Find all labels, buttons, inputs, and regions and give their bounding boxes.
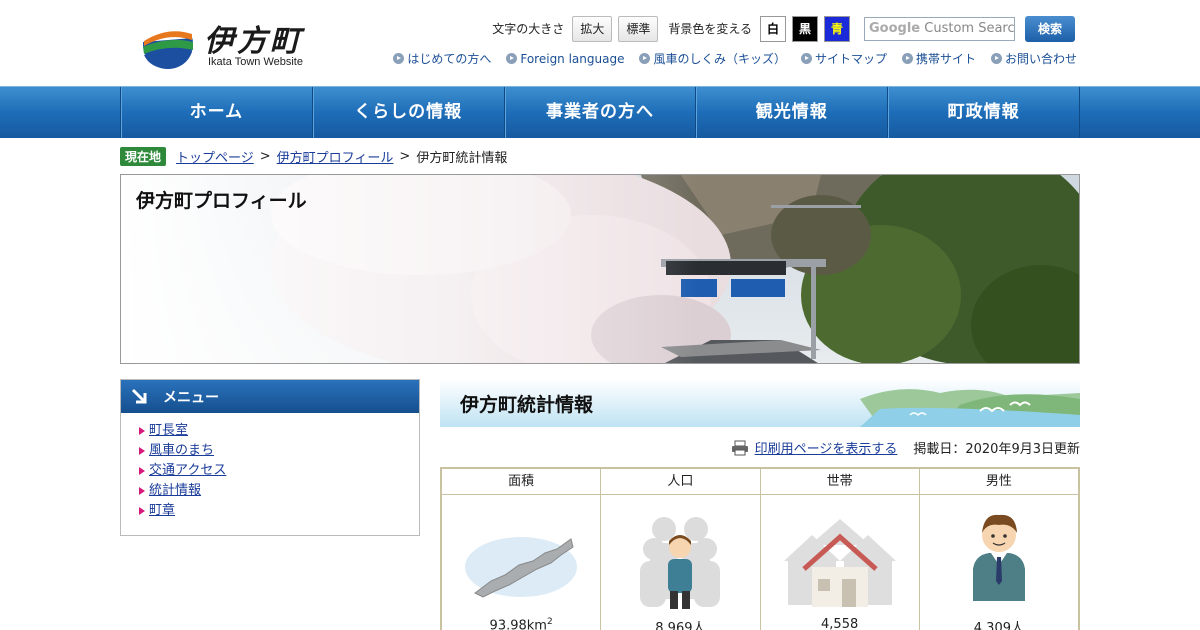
stat-value: 4,558 [821,617,859,630]
global-nav: ホーム くらしの情報 事業者の方へ 観光情報 町政情報 [0,86,1200,138]
arrow-bullet-icon [901,53,913,64]
link-label: お問い合わせ [1004,52,1077,66]
side-menu-list: 町長室 風車のまち 交通アクセス 統計情報 町章 [121,413,419,521]
breadcrumb-top[interactable]: トップページ [176,147,254,166]
stat-header: 男性 [919,469,1078,495]
breadcrumb: 現在地 トップページ > 伊方町プロフィール > 伊方町統計情報 [120,147,507,166]
side-menu-item: 交通アクセス [139,461,419,481]
print-row: 印刷用ページを表示する 掲載日：2020年9月3日更新 [731,438,1080,457]
stat-households: 世帯 4,558 [760,469,920,630]
breadcrumb-separator: > [259,149,271,164]
page-title-banner: 伊方町統計情報 [440,379,1080,427]
side-menu-item: 町章 [139,501,419,521]
link-first-visit[interactable]: はじめての方へ [393,50,491,67]
arrow-bullet-icon [990,53,1002,64]
utility-links: はじめての方へ Foreign language 風車のしくみ（キッズ） サイト… [393,50,1077,67]
hero-banner: 伊方町プロフィール [120,174,1080,364]
side-menu-item: 統計情報 [139,481,419,501]
page-title: 伊方町統計情報 [460,394,594,416]
accessibility-tools: 文字の大きさ 拡大 標準 背景色を変える 白 黒 青 Google Custom… [492,15,1075,42]
arrow-bullet-icon [800,53,812,64]
link-windmill-kids[interactable]: 風車のしくみ（キッズ） [639,50,786,67]
nav-tourism[interactable]: 観光情報 [696,87,889,138]
text-standard-button[interactable]: 標準 [618,15,659,42]
side-menu-item: 町長室 [139,421,419,441]
side-link-windmill[interactable]: 風車のまち [149,441,214,461]
link-contact[interactable]: お問い合わせ [990,50,1077,67]
google-brand: Google [869,20,921,36]
bg-black-button[interactable]: 黒 [792,15,818,42]
side-menu-item: 風車のまち [139,441,419,461]
stat-header: 面積 [442,469,601,495]
site-logo[interactable]: 伊方町 Ikata Town Website [140,16,320,72]
stat-header: 人口 [601,469,760,495]
updated-date: 掲載日：2020年9月3日更新 [913,442,1080,457]
stat-area: 面積 93.98km2 [442,469,602,630]
breadcrumb-profile[interactable]: 伊方町プロフィール [277,147,394,166]
breadcrumb-current: 伊方町統計情報 [416,151,508,166]
link-label: Foreign language [520,51,625,66]
nav-living[interactable]: くらしの情報 [313,87,505,138]
town-emblem-icon [142,18,193,69]
stat-unit-sup: 2 [546,617,553,627]
hero-title: 伊方町プロフィール [136,190,307,212]
side-link-mayor[interactable]: 町長室 [149,421,188,441]
link-label: 風車のしくみ（キッズ） [653,52,786,66]
stat-value: 8,969人 [655,621,706,630]
link-mobile-site[interactable]: 携帯サイト [901,50,976,67]
stat-value: 4,309人 [973,621,1024,630]
stat-value: 93.98km2 [442,617,600,630]
nav-government[interactable]: 町政情報 [888,87,1080,138]
nav-business[interactable]: 事業者の方へ [505,87,697,138]
link-foreign-language[interactable]: Foreign language [506,50,624,67]
nav-home[interactable]: ホーム [121,87,313,138]
site-header: 伊方町 Ikata Town Website 文字の大きさ 拡大 標準 背景色を… [0,0,1200,86]
bg-color-label: 背景色を変える [668,22,752,36]
arrow-down-right-icon [131,388,147,403]
side-link-access[interactable]: 交通アクセス [149,461,226,481]
peninsula-map-icon [465,537,578,598]
link-label: サイトマップ [814,52,887,66]
arrow-bullet-icon [506,53,518,64]
stat-value-text: 93.98km [489,618,547,630]
side-menu-header: メニュー [121,380,419,413]
arrow-bullet-icon [639,53,651,64]
side-menu-title: メニュー [163,389,219,406]
house-icon [783,519,896,607]
statistics-table: 面積 93.98km2 人口 8,969人 世帯 4,558 男性 4,309人 [440,467,1080,630]
search-input[interactable]: Google Custom Searc [864,16,1015,41]
link-label: 携帯サイト [915,52,976,66]
printer-icon [731,440,748,455]
current-location-tag: 現在地 [120,147,167,166]
search-button[interactable]: 検索 [1025,15,1075,42]
bg-white-button[interactable]: 白 [760,15,786,42]
logo-text: 伊方町 [204,24,303,59]
link-sitemap[interactable]: サイトマップ [800,50,887,67]
side-link-emblem[interactable]: 町章 [149,501,175,521]
text-enlarge-button[interactable]: 拡大 [572,15,613,42]
side-menu: メニュー 町長室 風車のまち 交通アクセス 統計情報 町章 [120,379,420,536]
bg-blue-button[interactable]: 青 [824,15,850,42]
stat-header: 世帯 [760,469,919,495]
stat-male: 男性 4,309人 [919,469,1078,630]
logo-subtitle: Ikata Town Website [208,56,303,68]
man-icon [972,514,1025,601]
side-link-statistics[interactable]: 統計情報 [149,481,201,501]
stat-population: 人口 8,969人 [601,469,761,630]
search-placeholder: Custom Searc [924,20,1015,36]
population-icon [640,517,721,609]
link-label: はじめての方へ [407,52,492,66]
print-page-link[interactable]: 印刷用ページを表示する [755,438,898,457]
breadcrumb-separator: > [399,149,411,164]
text-size-label: 文字の大きさ [492,22,565,36]
arrow-bullet-icon [393,53,405,64]
